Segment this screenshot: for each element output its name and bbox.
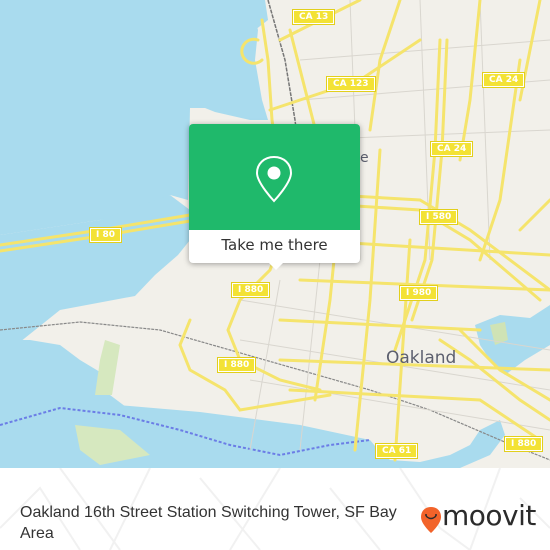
road-shield-i880: I 880 xyxy=(216,357,257,373)
location-popup: Take me there xyxy=(189,124,360,270)
road-shield-i580: I 580 xyxy=(418,209,459,225)
road-shield-ca123: CA 123 xyxy=(326,76,376,92)
road-shield-ca24: CA 24 xyxy=(429,141,474,157)
road-shield-ca24: CA 24 xyxy=(481,72,526,88)
popup-header xyxy=(189,124,360,230)
popup-pointer xyxy=(267,261,285,270)
road-shield-ca61: CA 61 xyxy=(374,443,419,459)
map[interactable]: CA 13 CA 123 CA 24 CA 24 I 80 I 580 I 88… xyxy=(0,0,550,468)
road-shield-i80: I 80 xyxy=(88,227,123,243)
map-pin-icon xyxy=(255,155,293,203)
park xyxy=(95,340,120,395)
footer: Oakland 16th Street Station Switching To… xyxy=(0,468,550,550)
road-shield-ca13: CA 13 xyxy=(291,9,336,25)
moovit-logo: moovit xyxy=(420,499,536,536)
place-title: Oakland 16th Street Station Switching To… xyxy=(20,504,397,542)
moovit-wordmark: moovit xyxy=(442,499,536,532)
take-me-there-button[interactable]: Take me there xyxy=(189,230,360,263)
moovit-pin-icon xyxy=(421,507,441,533)
city-label-oakland: Oakland xyxy=(386,348,457,368)
road-shield-i980: I 980 xyxy=(398,285,439,301)
partial-map-label: e xyxy=(360,150,369,166)
road-shield-i880: I 880 xyxy=(503,436,544,452)
road-shield-i880: I 880 xyxy=(230,282,271,298)
